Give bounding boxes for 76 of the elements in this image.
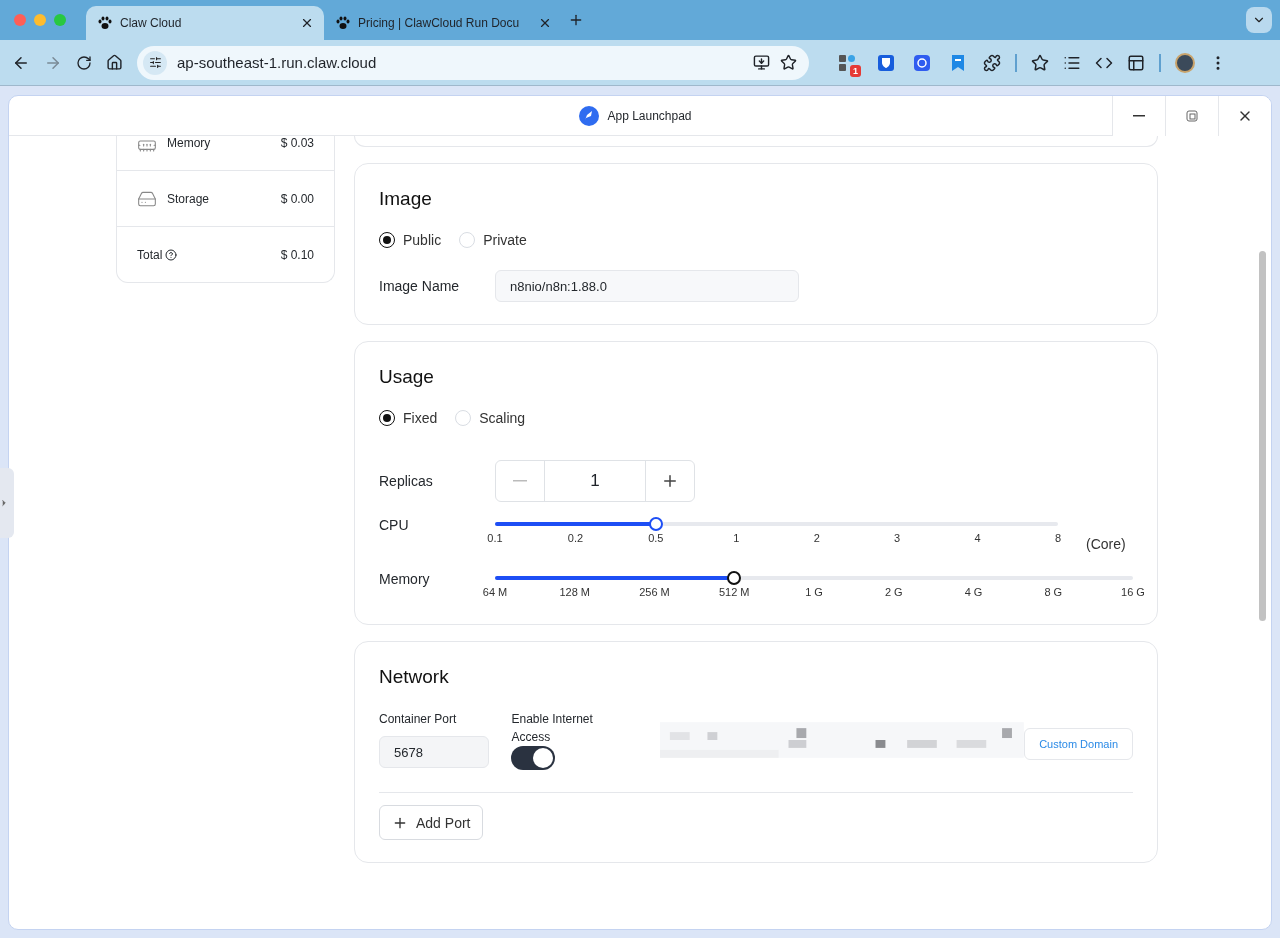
tick-label: 1	[733, 532, 740, 544]
reload-icon[interactable]	[76, 54, 92, 71]
layout-icon[interactable]	[1127, 53, 1145, 72]
tick-label: 1 G	[805, 586, 823, 598]
section-title: Image	[379, 188, 433, 210]
tick-label: 512 M	[718, 586, 750, 598]
home-icon[interactable]	[106, 54, 123, 71]
tick-label: 4	[974, 532, 981, 544]
new-tab-icon[interactable]	[568, 12, 584, 28]
tick-label: 128 M	[559, 586, 591, 598]
cost-label: Memory	[167, 136, 211, 150]
apps-icon	[838, 53, 856, 72]
tick-label: 0.5	[648, 532, 664, 544]
help-icon[interactable]	[165, 248, 178, 261]
cost-label: Storage	[167, 191, 210, 206]
tick-label: 2	[813, 532, 820, 544]
port-field[interactable]: 5678	[379, 736, 489, 768]
field-label: Enable Internet Access	[511, 711, 594, 746]
section-title: Usage	[379, 366, 435, 388]
avatar[interactable]	[1175, 52, 1195, 73]
browser-tab[interactable]: Pricing | ClawCloud Run Docu	[324, 6, 562, 40]
site-settings-icon[interactable]	[143, 50, 167, 75]
notification-badge: 1	[850, 64, 861, 77]
image-name-field[interactable]: n8nio/n8n:1.88.0	[495, 270, 799, 302]
field-label: Container Port	[379, 711, 458, 728]
radio-option[interactable]: Scaling	[455, 410, 526, 426]
field-label: CPU	[379, 517, 410, 533]
tick-label: 3	[894, 532, 901, 544]
scrollbar-thumb[interactable]	[1259, 251, 1266, 621]
tick-label: 256 M	[639, 586, 670, 598]
replicas-stepper[interactable]: 1	[495, 460, 695, 502]
field-label: Memory	[379, 571, 431, 587]
extension-button[interactable]: 1	[833, 48, 861, 77]
paw-icon	[336, 16, 350, 30]
radio-option[interactable]: Public	[379, 232, 442, 248]
tick-label: 0.1	[487, 532, 503, 544]
internet-toggle[interactable]	[511, 746, 556, 770]
minus-icon	[1133, 114, 1145, 117]
plus-icon	[661, 472, 679, 490]
tick-label: 16 G	[1121, 586, 1145, 598]
custom-domain-button[interactable]: Custom Domain	[1024, 728, 1133, 760]
slider-thumb[interactable]	[649, 517, 663, 531]
tick-label: 0.2	[567, 532, 584, 544]
stars-icon[interactable]	[1031, 53, 1049, 72]
tick-label: 8	[1054, 532, 1062, 544]
paw-icon	[98, 16, 112, 30]
add-port-button[interactable]: Add Port	[379, 805, 484, 840]
minus-icon	[513, 480, 527, 482]
close-button[interactable]	[1218, 96, 1271, 136]
side-handle[interactable]	[0, 468, 14, 538]
close-icon[interactable]	[538, 16, 552, 30]
browser-tab[interactable]: Claw Cloud	[86, 6, 324, 40]
radio-option[interactable]: Fixed	[379, 410, 438, 426]
cost-label: Total	[137, 247, 178, 262]
field-label: Image Name	[379, 278, 461, 294]
tick-label: 2 G	[884, 586, 903, 598]
replicas-value: 1	[544, 461, 646, 501]
slider-thumb[interactable]	[727, 571, 742, 585]
cost-value: $ 0.03	[280, 136, 314, 150]
cost-value: $ 0.00	[280, 191, 314, 206]
caret-icon	[0, 498, 9, 508]
tick-label: 8 G	[1044, 586, 1063, 598]
tick-label: 4 G	[964, 586, 983, 598]
unit-label: (Core)	[1086, 536, 1126, 552]
address-bar[interactable]: ap-southeast-1.run.claw.cloud	[137, 45, 809, 80]
install-icon[interactable]	[753, 54, 770, 71]
puzzle-icon[interactable]	[983, 53, 1001, 72]
window-title: App Launchpad	[607, 108, 692, 123]
close-icon[interactable]	[300, 16, 314, 30]
bookmark-star-icon[interactable]	[780, 54, 797, 71]
radio-option[interactable]: Private	[459, 232, 527, 248]
tick-label: 64 M	[482, 586, 508, 598]
field-label: Replicas	[379, 473, 434, 489]
restore-icon	[1186, 109, 1198, 122]
section-title: Network	[379, 666, 450, 688]
cost-value: $ 0.10	[280, 247, 314, 262]
